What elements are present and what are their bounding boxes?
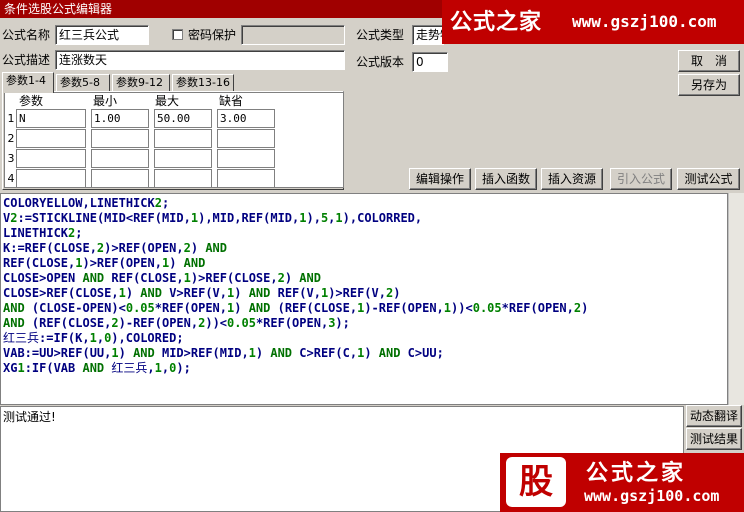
test-formula-button[interactable]: 测试公式 — [677, 168, 740, 190]
editor-scrollbar[interactable] — [728, 193, 744, 405]
watermark-logo-top: 公式之家 www.gszj100.com — [442, 0, 744, 44]
tab-params-1-4[interactable]: 参数1-4 — [2, 72, 54, 93]
param-default-input[interactable] — [217, 129, 275, 148]
param-header-name: 参数 — [19, 94, 44, 108]
code-line: V2:=STICKLINE(MID<REF(MID,1),MID,REF(MID… — [3, 211, 423, 225]
code-line: AND (CLOSE-OPEN)<0.05*REF(OPEN,1) AND (R… — [3, 301, 589, 315]
code-line: CLOSE>OPEN AND REF(CLOSE,1)>REF(CLOSE,2)… — [3, 271, 321, 285]
param-default-input[interactable] — [217, 169, 275, 188]
param-min-input[interactable] — [91, 169, 149, 188]
param-max-input[interactable] — [154, 129, 212, 148]
param-row-number: 3 — [7, 152, 15, 165]
param-header-min: 最小 — [93, 94, 118, 108]
password-label: 密码保护 — [188, 28, 237, 42]
password-checkbox[interactable] — [172, 29, 183, 40]
code-line: CLOSE>REF(CLOSE,1) AND V>REF(V,1) AND RE… — [3, 286, 401, 300]
param-header-default: 缺省 — [219, 94, 244, 108]
formula-type-label: 公式类型 — [356, 28, 405, 42]
dynamic-translate-button[interactable]: 动态翻译 — [686, 405, 742, 427]
watermark-top-name: 公式之家 — [450, 9, 543, 35]
tab-params-5-8[interactable]: 参数5-8 — [56, 74, 110, 92]
code-line: XG1:IF(VAB AND 红三兵,1,0); — [3, 361, 191, 375]
test-result-button[interactable]: 测试结果 — [686, 428, 742, 450]
formula-version-label: 公式版本 — [356, 55, 405, 69]
param-name-input[interactable] — [16, 149, 86, 168]
param-header-max: 最大 — [155, 94, 180, 108]
password-input[interactable] — [241, 25, 345, 45]
formula-version-input[interactable]: 0 — [412, 52, 448, 72]
params-grid: 参数 最小 最大 缺省 1 N 1.00 50.00 3.00 2 3 4 — [4, 92, 344, 188]
watermark-bottom-url: www.gszj100.com — [584, 487, 720, 505]
param-name-input[interactable]: N — [16, 109, 86, 128]
param-max-input[interactable] — [154, 149, 212, 168]
param-row-number: 1 — [7, 112, 15, 125]
formula-type-select[interactable]: 走势特征 — [412, 25, 444, 45]
param-default-input[interactable] — [217, 149, 275, 168]
watermark-top-url: www.gszj100.com — [572, 12, 717, 31]
watermark-bottom-name: 公式之家 — [586, 460, 687, 486]
code-line: 红三兵:=IF(K,1,0),COLORED; — [3, 331, 184, 345]
edit-operations-button[interactable]: 编辑操作 — [409, 168, 471, 190]
code-line: K:=REF(CLOSE,2)>REF(OPEN,2) AND — [3, 241, 228, 255]
param-max-input[interactable]: 50.00 — [154, 109, 212, 128]
formula-name-label: 公式名称 — [2, 28, 51, 42]
code-line: LINETHICK2; — [3, 226, 83, 240]
param-row-number: 2 — [7, 132, 15, 145]
cancel-button[interactable]: 取 消 — [678, 50, 740, 72]
param-row-number: 4 — [7, 172, 15, 185]
code-line: COLORYELLOW,LINETHICK2; — [3, 196, 170, 210]
formula-desc-label: 公式描述 — [2, 53, 51, 67]
formula-desc-input[interactable]: 连涨数天 — [55, 50, 345, 70]
param-min-input[interactable] — [91, 149, 149, 168]
tab-params-13-16[interactable]: 参数13-16 — [172, 74, 234, 92]
param-name-input[interactable] — [16, 169, 86, 188]
save-as-button[interactable]: 另存为 — [678, 74, 740, 96]
status-message: 测试通过! — [3, 410, 56, 424]
param-default-input[interactable]: 3.00 — [217, 109, 275, 128]
param-name-input[interactable] — [16, 129, 86, 148]
code-line: REF(CLOSE,1)>REF(OPEN,1) AND — [3, 256, 206, 270]
tab-params-9-12[interactable]: 参数9-12 — [112, 74, 170, 92]
param-min-input[interactable] — [91, 129, 149, 148]
logo-mark: 股 — [506, 457, 566, 507]
code-line: AND (REF(CLOSE,2)-REF(OPEN,2))<0.05*REF(… — [3, 316, 350, 330]
insert-resource-button[interactable]: 插入资源 — [541, 168, 603, 190]
param-max-input[interactable] — [154, 169, 212, 188]
param-min-input[interactable]: 1.00 — [91, 109, 149, 128]
watermark-logo-bottom: 股 公式之家 www.gszj100.com — [500, 453, 744, 512]
formula-name-input[interactable]: 红三兵公式 — [55, 25, 149, 45]
code-editor[interactable]: COLORYELLOW,LINETHICK2; V2:=STICKLINE(MID… — [0, 193, 728, 405]
insert-function-button[interactable]: 插入函数 — [475, 168, 537, 190]
code-line: VAB:=UU>REF(UU,1) AND MID>REF(MID,1) AND… — [3, 346, 444, 360]
window-title: 条件选股公式编辑器 — [4, 2, 113, 16]
import-formula-button[interactable]: 引入公式 — [610, 168, 672, 190]
